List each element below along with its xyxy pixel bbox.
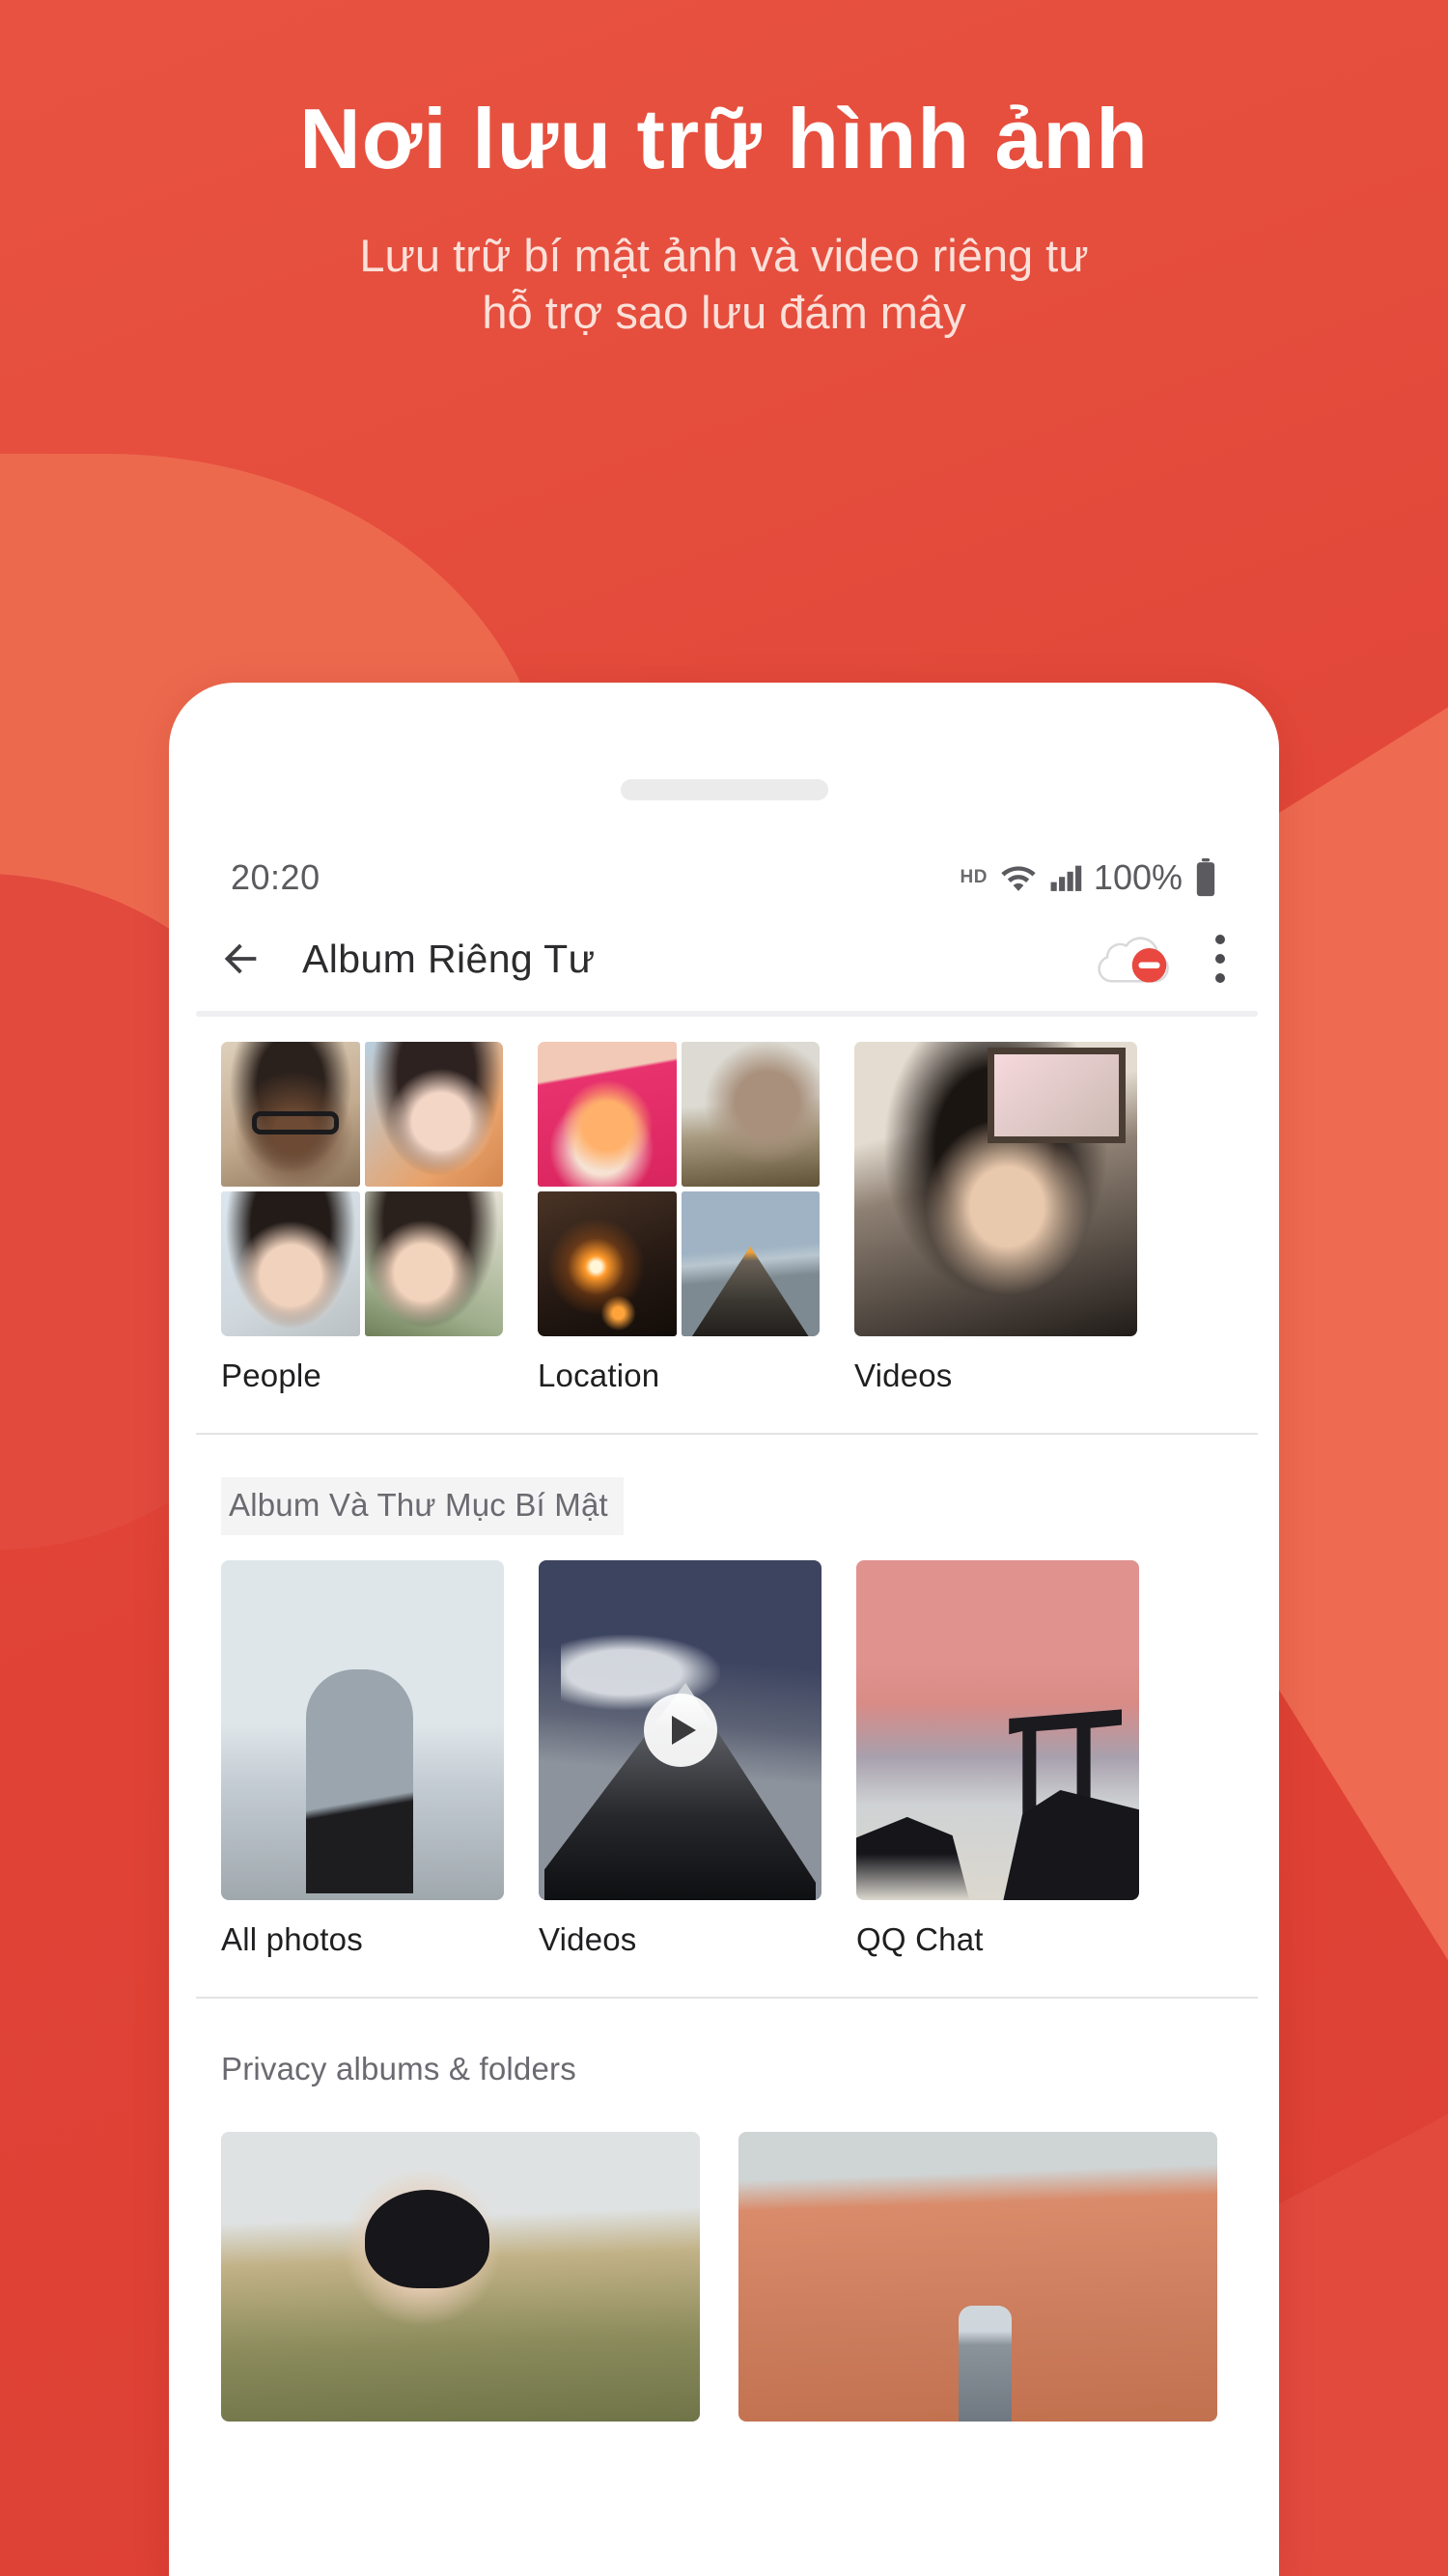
album-card-location[interactable]: Location [538,1042,820,1394]
phone-earpiece-speaker [620,779,828,800]
battery-full-icon [1196,858,1215,897]
secret-album-row: All photos Videos QQ Chat [169,1535,1279,1958]
wifi-icon [1001,866,1036,891]
album-label: QQ Chat [856,1921,984,1957]
thumbnail-girl-with-flowers [364,1191,503,1336]
album-card-videos[interactable]: Videos [854,1042,1137,1394]
play-icon[interactable] [643,1694,717,1767]
album-card-videos-secret[interactable]: Videos [539,1560,821,1958]
album-thumbnail-grid [538,1042,820,1336]
thumbnail-torii-gate-sunset [856,1560,1139,1900]
hd-indicator: HD [960,867,988,887]
smart-album-row: People Location Videos [169,1017,1279,1394]
thumbnail-sparkler-sparks [538,1191,677,1336]
album-label: People [221,1358,321,1393]
album-card-all-photos[interactable]: All photos [221,1560,504,1958]
section-divider [196,1997,1258,1999]
thumbnail-short-hair-woman [221,1191,360,1336]
album-label: Videos [854,1358,953,1393]
thumbnail-man-walking-desert-dunes[interactable] [738,2132,1217,2422]
album-label: Videos [539,1921,637,1957]
back-arrow-icon[interactable] [219,937,264,981]
section-header-privacy-albums: Privacy albums & folders [221,2051,576,2086]
hero-title: Nơi lưu trữ hình ảnh [299,91,1149,186]
thumbnail-dog-looking-up [681,1042,820,1187]
cloud-off-icon[interactable] [1096,931,1175,987]
thumbnail-man-with-glasses [221,1042,360,1187]
hero-subtitle-line-1: Lưu trữ bí mật ảnh và video riêng tư [359,230,1089,282]
battery-percent-label: 100% [1093,857,1183,897]
section-header-secret-albums: Album Và Thư Mục Bí Mật [221,1477,624,1535]
thumbnail-woman-holding-flower [538,1042,677,1187]
album-thumbnail-grid [221,1042,503,1336]
cellular-signal-icon [1050,865,1082,891]
hero-subtitle-line-2: hỗ trợ sao lưu đám mây [482,287,966,339]
album-label: Location [538,1358,660,1393]
status-bar-clock: 20:20 [231,857,320,897]
thumbnail-woman-arms-raised-lake [221,1560,504,1900]
thumbnail-matterhorn-peak [681,1191,820,1336]
thumbnail-snow-mountain-clouds [539,1560,821,1900]
more-vertical-icon[interactable] [1215,935,1225,983]
app-bar: Album Riêng Tư [169,907,1279,1011]
thumbnail-woman-by-window [854,1042,1137,1336]
status-bar: 20:20 HD 100% [169,849,1279,907]
album-list-content: People Location Videos Album Và Thư Mục … [169,1011,1279,2422]
album-label: All photos [221,1921,363,1957]
thumbnail-woman-hat-wheat-field[interactable] [221,2132,700,2422]
hero-text-block: Nơi lưu trữ hình ảnh Lưu trữ bí mật ảnh … [0,0,1448,341]
album-card-people[interactable]: People [221,1042,503,1394]
thumbnail-smiling-girl [364,1042,503,1187]
privacy-album-row [169,2099,1279,2422]
section-divider [196,1433,1258,1435]
phone-mockup: 20:20 HD 100% Album Riêng Tư People Loca… [169,683,1279,2576]
album-card-qq-chat[interactable]: QQ Chat [856,1560,1139,1958]
page-title: Album Riêng Tư [302,936,596,981]
hero-subtitle: Lưu trữ bí mật ảnh và video riêng tư hỗ … [0,227,1448,341]
